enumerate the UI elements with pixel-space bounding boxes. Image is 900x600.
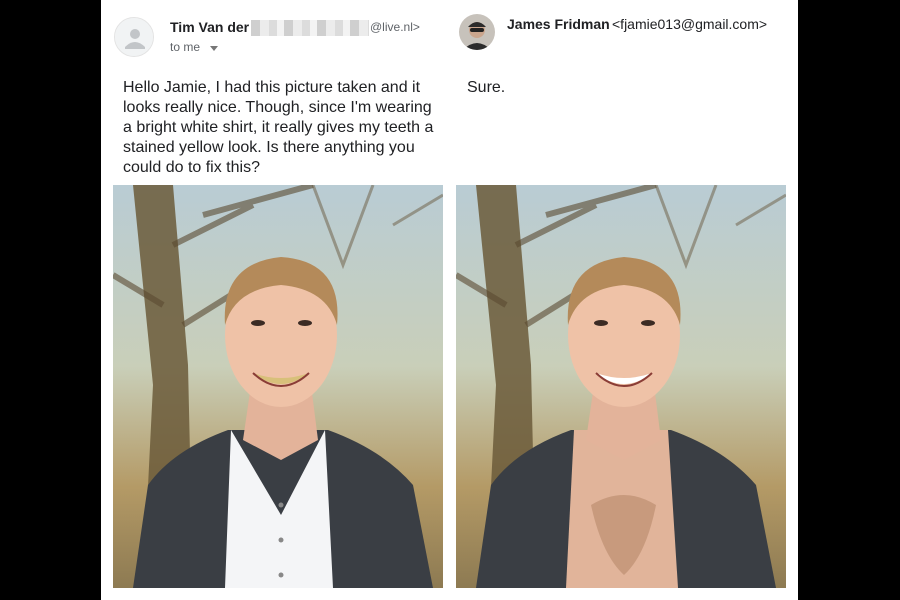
reply-sender-name[interactable]: James Fridman (507, 16, 610, 32)
reply-email: James Fridman <fjamie013@gmail.com> Sure… (449, 0, 798, 600)
email-comparison: Tim Van der @live.nl> to me Hello Jamie,… (101, 0, 798, 600)
default-avatar-icon[interactable] (114, 17, 154, 57)
sender-name[interactable]: Tim Van der (170, 19, 249, 35)
original-email: Tim Van der @live.nl> to me Hello Jamie,… (101, 0, 449, 600)
reply-body: Sure. (467, 79, 506, 96)
photo-before (113, 185, 443, 588)
redacted-address (251, 20, 369, 36)
caret-down-icon[interactable] (210, 46, 218, 51)
reply-sender-email: <fjamie013@gmail.com> (612, 16, 768, 32)
sender-domain: @live.nl> (370, 20, 420, 34)
message-body: Hello Jamie, I had this picture taken an… (123, 79, 434, 176)
photo-after (456, 185, 786, 588)
recipient-label[interactable]: to me (170, 40, 200, 54)
avatar[interactable] (459, 14, 495, 50)
